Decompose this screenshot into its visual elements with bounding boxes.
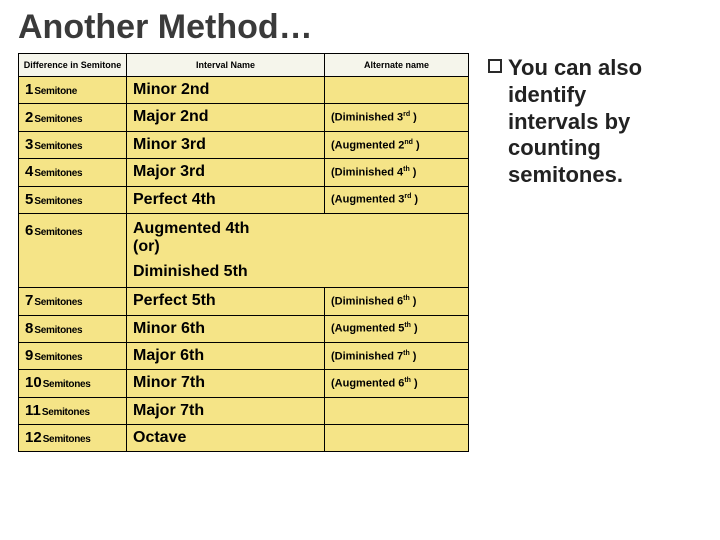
cell-semitone-count: 1Semitone (19, 77, 127, 104)
slide-title: Another Method… (18, 8, 702, 47)
cell-semitone-count: 5Semitones (19, 186, 127, 213)
table-row: 10Semitones Minor 7th (Augmented 6th ) (19, 370, 469, 397)
cell-alternate-name (325, 77, 469, 104)
table-row: 9Semitones Major 6th (Diminished 7th ) (19, 342, 469, 369)
cell-interval-name: Octave (127, 425, 325, 452)
cell-interval-name: Major 6th (127, 342, 325, 369)
cell-interval-name: Minor 7th (127, 370, 325, 397)
bullet-text: You can also identify intervals by count… (508, 55, 678, 189)
table-row: 4Semitones Major 3rd (Diminished 4th ) (19, 159, 469, 186)
table-row: 12Semitones Octave (19, 425, 469, 452)
interval-table: Difference in Semitone Interval Name Alt… (18, 53, 469, 452)
side-text: You can also identify intervals by count… (468, 53, 678, 189)
bullet-square-icon (488, 59, 502, 73)
cell-alternate-name: (Diminished 7th ) (325, 342, 469, 369)
cell-interval-name: Minor 3rd (127, 131, 325, 158)
cell-semitone-count: 9Semitones (19, 342, 127, 369)
cell-alternate-name (325, 397, 469, 424)
cell-alternate-name: (Augmented 3rd ) (325, 186, 469, 213)
header-alternate-name: Alternate name (325, 54, 469, 77)
table-row: 7Semitones Perfect 5th (Diminished 6th ) (19, 288, 469, 315)
table-row: 2Semitones Major 2nd (Diminished 3rd ) (19, 104, 469, 131)
table-row-merged: 6Semitones Augmented 4th (or) Diminished… (19, 213, 469, 287)
bullet-item: You can also identify intervals by count… (488, 55, 678, 189)
table-header-row: Difference in Semitone Interval Name Alt… (19, 54, 469, 77)
slide: Another Method… Difference in Semitone I… (0, 0, 720, 540)
cell-interval-name: Major 2nd (127, 104, 325, 131)
cell-semitone-count: 10Semitones (19, 370, 127, 397)
cell-interval-name: Perfect 4th (127, 186, 325, 213)
cell-interval-name: Major 7th (127, 397, 325, 424)
cell-semitone-count: 3Semitones (19, 131, 127, 158)
cell-alternate-name: (Augmented 2nd ) (325, 131, 469, 158)
cell-alternate-name: (Diminished 4th ) (325, 159, 469, 186)
cell-semitone-count: 12Semitones (19, 425, 127, 452)
interval-table-wrap: Difference in Semitone Interval Name Alt… (18, 53, 468, 452)
cell-interval-name: Minor 2nd (127, 77, 325, 104)
cell-semitone-count: 8Semitones (19, 315, 127, 342)
cell-semitone-count: 11Semitones (19, 397, 127, 424)
merged-line-1: Augmented 4th (133, 220, 462, 238)
table-row: 8Semitones Minor 6th (Augmented 5th ) (19, 315, 469, 342)
cell-alternate-name: (Diminished 6th ) (325, 288, 469, 315)
cell-semitone-count: 6Semitones (19, 213, 127, 287)
cell-interval-name: Minor 6th (127, 315, 325, 342)
cell-interval-name: Perfect 5th (127, 288, 325, 315)
cell-alternate-name: (Augmented 6th ) (325, 370, 469, 397)
cell-alternate-name: (Diminished 3rd ) (325, 104, 469, 131)
table-row: 3Semitones Minor 3rd (Augmented 2nd ) (19, 131, 469, 158)
header-difference: Difference in Semitone (19, 54, 127, 77)
cell-alternate-name (325, 425, 469, 452)
header-interval-name: Interval Name (127, 54, 325, 77)
cell-semitone-count: 2Semitones (19, 104, 127, 131)
cell-semitone-count: 4Semitones (19, 159, 127, 186)
merged-line-3: Diminished 5th (133, 263, 462, 281)
cell-alternate-name: (Augmented 5th ) (325, 315, 469, 342)
cell-interval-name: Major 3rd (127, 159, 325, 186)
cell-semitone-count: 7Semitones (19, 288, 127, 315)
table-row: 11Semitones Major 7th (19, 397, 469, 424)
content-row: Difference in Semitone Interval Name Alt… (18, 53, 702, 452)
table-row: 1Semitone Minor 2nd (19, 77, 469, 104)
cell-interval-name-merged: Augmented 4th (or) Diminished 5th (127, 213, 469, 287)
merged-line-2: (or) (133, 238, 462, 256)
table-row: 5Semitones Perfect 4th (Augmented 3rd ) (19, 186, 469, 213)
